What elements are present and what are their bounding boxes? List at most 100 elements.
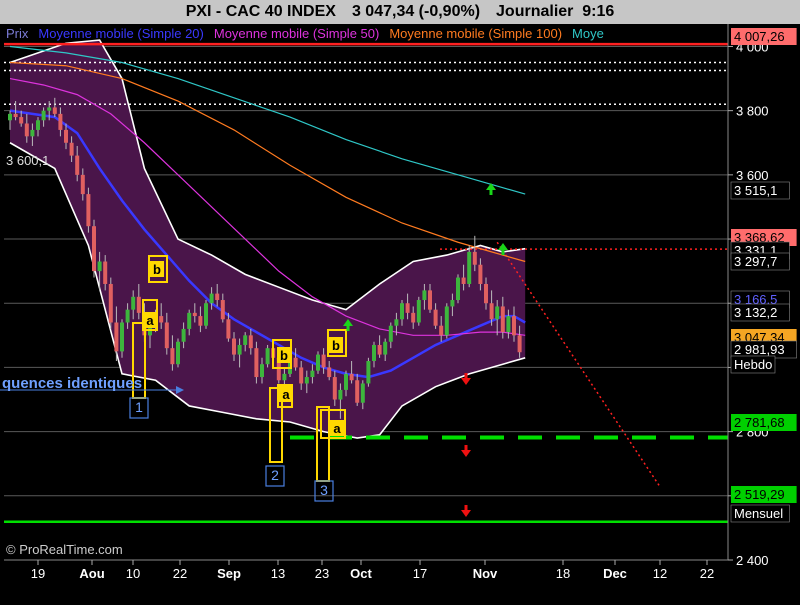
candle-body bbox=[187, 312, 192, 329]
candle-body bbox=[209, 293, 214, 304]
candle-body bbox=[517, 335, 522, 353]
time-tick-label: 17 bbox=[413, 566, 427, 581]
candle-body bbox=[232, 338, 236, 355]
timeframe-time: Journalier 9:16 bbox=[496, 3, 615, 20]
chart-area[interactable]: b a b a b a 1 2 3 quences identiques 3 600,1 © ProR… bbox=[0, 24, 800, 600]
candle-body bbox=[484, 283, 488, 304]
candle-body bbox=[422, 290, 427, 301]
candle-body bbox=[377, 344, 382, 355]
candle-body bbox=[125, 309, 130, 323]
candle-body bbox=[467, 251, 472, 284]
candle-body bbox=[36, 120, 40, 130]
pattern-number: 1 bbox=[135, 399, 143, 415]
candle-body bbox=[450, 300, 455, 307]
time-axis[interactable]: 19 Aou 10 22 Sep 13 23 Oct 17 Nov 18 Dec 12 22 bbox=[4, 559, 728, 581]
candle-body bbox=[472, 251, 477, 265]
candle-body bbox=[159, 316, 164, 323]
legend-item: Prix bbox=[6, 26, 29, 41]
annotation-text: quences identiques bbox=[2, 375, 142, 392]
candle-body bbox=[226, 319, 231, 339]
candle-body bbox=[344, 373, 348, 390]
candle-body bbox=[52, 107, 57, 114]
candle-body bbox=[215, 293, 220, 301]
candle-body bbox=[260, 364, 264, 378]
candle-body bbox=[41, 110, 46, 121]
candle-body bbox=[299, 367, 304, 384]
candle-body bbox=[461, 277, 466, 284]
candle-body bbox=[19, 117, 24, 124]
candle-body bbox=[349, 373, 354, 381]
candle-body bbox=[428, 290, 432, 310]
candle-body bbox=[75, 155, 80, 175]
time-tick-label: 22 bbox=[173, 566, 187, 581]
candle-body bbox=[327, 367, 332, 378]
price-tick-label: 3 600 bbox=[736, 168, 769, 183]
price-tick-label: 3 800 bbox=[736, 104, 769, 119]
pattern-letter: b bbox=[332, 338, 340, 353]
signal-arrow-stem bbox=[464, 373, 468, 378]
candle-body bbox=[338, 389, 343, 400]
candle-body bbox=[411, 312, 416, 323]
candle-body bbox=[495, 306, 500, 320]
signal-arrow-stem bbox=[346, 326, 350, 331]
price-axis[interactable]: 4 0003 8003 6003 4003 2003 0002 8002 600… bbox=[727, 24, 800, 568]
candle-body bbox=[416, 300, 421, 323]
time-tick-label: Nov bbox=[473, 566, 498, 581]
candle-body bbox=[243, 335, 248, 345]
legend-item: Moyenne mobile (Simple 20) bbox=[38, 26, 203, 41]
candle-body bbox=[97, 261, 102, 272]
candle-body bbox=[282, 373, 287, 381]
candle-body bbox=[265, 348, 270, 365]
time-tick-label: Dec bbox=[603, 566, 627, 581]
watermark: © ProRealTime.com bbox=[6, 542, 123, 557]
candle-body bbox=[400, 303, 404, 320]
candle-body bbox=[355, 380, 360, 403]
candle-body bbox=[489, 303, 494, 320]
candle-body bbox=[248, 335, 253, 349]
candle-body bbox=[164, 322, 169, 349]
candle-body bbox=[366, 361, 371, 384]
pattern-letter: b bbox=[153, 262, 161, 277]
candle-body bbox=[500, 306, 505, 333]
candle-body bbox=[47, 107, 52, 111]
candle-body bbox=[237, 344, 242, 355]
candle-body bbox=[24, 123, 29, 137]
signal-arrow-icon bbox=[461, 378, 471, 385]
legend-item: Moye bbox=[572, 26, 604, 41]
pattern-letter: a bbox=[333, 421, 341, 436]
candle-body bbox=[383, 341, 388, 355]
candle-body bbox=[478, 264, 483, 284]
signal-arrow-stem bbox=[489, 190, 493, 195]
candle-body bbox=[321, 354, 326, 368]
candle-body bbox=[136, 296, 141, 313]
signal-arrow-stem bbox=[501, 250, 505, 255]
candle-body bbox=[405, 303, 410, 313]
price-chart[interactable]: bababa123quences identiques3 600,1© ProR… bbox=[0, 24, 800, 600]
pattern-number: 3 bbox=[320, 482, 328, 498]
left-level-label: 3 600,1 bbox=[6, 153, 49, 168]
price-tag: 3 132,2 bbox=[734, 305, 777, 320]
candle-body bbox=[176, 341, 180, 365]
candle-body bbox=[444, 306, 449, 336]
instrument-name: PXI - CAC 40 INDEX bbox=[185, 3, 336, 20]
candle-body bbox=[220, 300, 225, 320]
candle-body bbox=[456, 277, 460, 301]
legend-item: Moyenne mobile (Simple 100) bbox=[389, 26, 562, 41]
price-tag: 3 515,1 bbox=[734, 183, 777, 198]
price-tag: Hebdo bbox=[734, 357, 772, 372]
candle-body bbox=[332, 377, 337, 400]
candle-body bbox=[108, 283, 113, 323]
price-tag: 2 981,93 bbox=[734, 342, 785, 357]
time-tick-label: 12 bbox=[653, 566, 667, 581]
signal-arrow-icon bbox=[461, 510, 471, 517]
candle-body bbox=[433, 309, 438, 326]
signal-arrow-stem bbox=[464, 505, 468, 510]
candle-body bbox=[372, 344, 376, 362]
price-tag: 2 781,68 bbox=[734, 415, 785, 430]
price-tag: 2 519,29 bbox=[734, 487, 785, 502]
candle-body bbox=[8, 113, 12, 121]
chart-title-bar: PXI - CAC 40 INDEX 3 047,34 (-0,90%) Journ… bbox=[0, 0, 800, 24]
candle-body bbox=[64, 129, 68, 143]
legend: Prix Moyenne mobile (Simple 20) Moyenne mo… bbox=[6, 26, 604, 41]
signal-arrow-icon bbox=[461, 450, 471, 457]
